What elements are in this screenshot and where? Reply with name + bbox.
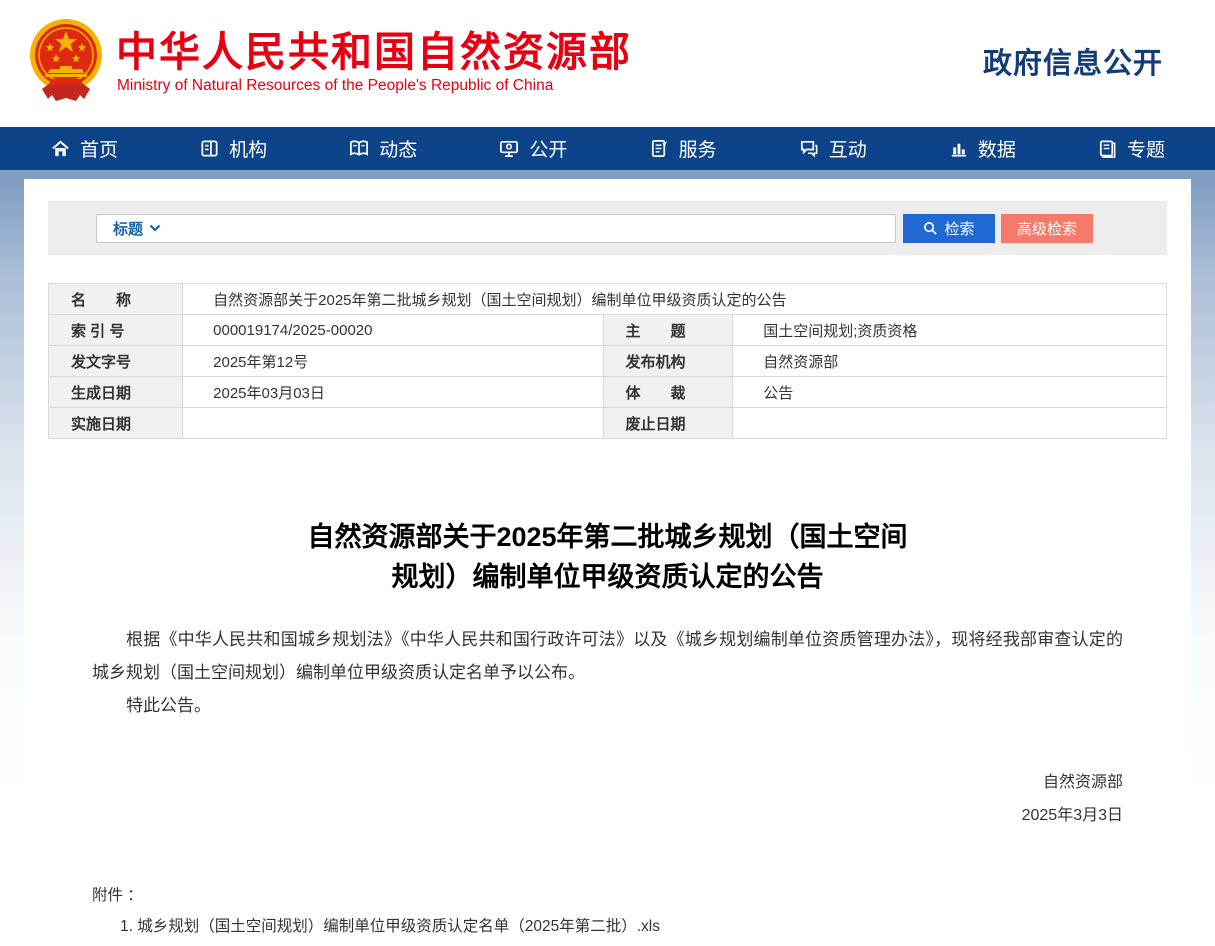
nav-item-services[interactable]: 服务	[649, 135, 717, 162]
table-row: 生成日期 2025年03月03日 体 裁 公告	[49, 377, 1167, 408]
meta-value-subject: 国土空间规划;资质资格	[733, 315, 1167, 346]
meta-value-doc-number: 2025年第12号	[183, 346, 603, 377]
document-body: 根据《中华人民共和国城乡规划法》《中华人民共和国行政许可法》以及《城乡规划编制单…	[92, 623, 1123, 722]
title-line-1: 自然资源部关于2025年第二批城乡规划（国土空间	[92, 517, 1123, 557]
site-header: 中华人民共和国自然资源部 Ministry of Natural Resourc…	[0, 0, 1215, 127]
nav-label: 公开	[529, 135, 567, 162]
chevron-down-icon	[149, 224, 161, 232]
site-title: 中华人民共和国自然资源部	[116, 18, 632, 78]
document-meta-table: 名 称 自然资源部关于2025年第二批城乡规划（国土空间规划）编制单位甲级资质认…	[48, 283, 1167, 439]
table-row: 发文字号 2025年第12号 发布机构 自然资源部	[49, 346, 1167, 377]
china-national-emblem-icon	[28, 13, 104, 113]
nav-item-interaction[interactable]: 互动	[798, 135, 867, 162]
advanced-search-label: 高级检索	[1017, 218, 1077, 239]
meta-label-index-number: 索 引 号	[49, 315, 183, 346]
nav-item-data[interactable]: 数据	[948, 135, 1016, 162]
meta-value-name: 自然资源部关于2025年第二批城乡规划（国土空间规划）编制单位甲级资质认定的公告	[183, 284, 1167, 315]
nav-label: 首页	[80, 135, 118, 162]
meta-label-subject: 主 题	[603, 315, 733, 346]
table-row: 名 称 自然资源部关于2025年第二批城乡规划（国土空间规划）编制单位甲级资质认…	[49, 284, 1167, 315]
title-line-2: 规划）编制单位甲级资质认定的公告	[92, 557, 1123, 597]
meta-value-effective-date	[183, 408, 603, 439]
meta-value-created-date: 2025年03月03日	[183, 377, 603, 408]
gov-info-disclosure-link[interactable]: 政府信息公开	[983, 40, 1163, 82]
meta-label-repeal-date: 废止日期	[603, 408, 733, 439]
meta-label-doc-number: 发文字号	[49, 346, 183, 377]
nav-label: 专题	[1127, 135, 1165, 162]
nav-label: 互动	[829, 135, 867, 162]
sign-date: 2025年3月3日	[92, 799, 1123, 832]
search-icon	[923, 221, 938, 236]
search-button[interactable]: 检索	[903, 214, 995, 243]
search-input[interactable]	[161, 215, 895, 242]
nav-label: 机构	[229, 135, 267, 162]
nav-item-organization[interactable]: 机构	[199, 135, 267, 162]
table-row: 实施日期 废止日期	[49, 408, 1167, 439]
nav-underline-strip	[0, 170, 1215, 179]
nav-item-disclosure[interactable]: 公开	[498, 135, 567, 162]
search-button-label: 检索	[944, 218, 974, 239]
meta-label-genre: 体 裁	[603, 377, 733, 408]
disclosure-monitor-icon	[498, 138, 520, 159]
nav-item-home[interactable]: 首页	[50, 135, 118, 162]
attachments-label: 附件 ：	[92, 880, 1123, 911]
meta-value-issuing-agency: 自然资源部	[733, 346, 1167, 377]
meta-value-repeal-date	[733, 408, 1167, 439]
attachments-section: 附件 ： 1. 城乡规划（国土空间规划）编制单位甲级资质认定名单（2025年第二…	[92, 880, 1123, 946]
attachment-link-2[interactable]: 2. 甲级规划资质证书变更情况.xlsx	[92, 942, 1123, 946]
nav-label: 服务	[679, 135, 717, 162]
signature-block: 自然资源部 2025年3月3日	[92, 766, 1123, 832]
meta-label-created-date: 生成日期	[49, 377, 183, 408]
site-subtitle: Ministry of Natural Resources of the Peo…	[117, 77, 553, 95]
content-container: 标题 检索 高级检索 名 称 自然资源部关于2025年第二批城乡规划（国土空间规…	[24, 179, 1191, 946]
search-box[interactable]: 标题	[96, 214, 896, 243]
advanced-search-button[interactable]: 高级检索	[1001, 214, 1093, 243]
nav-label: 数据	[978, 135, 1016, 162]
meta-label-name: 名 称	[49, 284, 183, 315]
document-content: 自然资源部关于2025年第二批城乡规划（国土空间 规划）编制单位甲级资质认定的公…	[48, 517, 1167, 946]
search-bar: 标题 检索 高级检索	[48, 201, 1167, 255]
nav-label: 动态	[379, 135, 417, 162]
news-book-icon	[348, 138, 370, 159]
interaction-chat-icon	[798, 138, 820, 159]
meta-label-issuing-agency: 发布机构	[603, 346, 733, 377]
topics-book-icon	[1097, 138, 1118, 159]
search-category-dropdown[interactable]: 标题	[113, 218, 161, 239]
data-barchart-icon	[948, 138, 969, 159]
search-category-label: 标题	[113, 218, 143, 239]
table-row: 索 引 号 000019174/2025-00020 主 题 国土空间规划;资质…	[49, 315, 1167, 346]
organization-icon	[199, 138, 220, 159]
nav-item-topics[interactable]: 专题	[1097, 135, 1165, 162]
meta-label-effective-date: 实施日期	[49, 408, 183, 439]
service-document-icon	[649, 138, 670, 159]
paragraph: 特此公告。	[92, 689, 1123, 722]
home-icon	[50, 138, 71, 159]
main-nav: 首页 机构 动态 公开 服务 互动 数据 专题	[0, 127, 1215, 170]
nav-item-news[interactable]: 动态	[348, 135, 417, 162]
meta-value-index-number: 000019174/2025-00020	[183, 315, 603, 346]
page-title: 自然资源部关于2025年第二批城乡规划（国土空间 规划）编制单位甲级资质认定的公…	[92, 517, 1123, 597]
signer: 自然资源部	[92, 766, 1123, 799]
page-background: 标题 检索 高级检索 名 称 自然资源部关于2025年第二批城乡规划（国土空间规…	[0, 179, 1215, 946]
attachment-link-1[interactable]: 1. 城乡规划（国土空间规划）编制单位甲级资质认定名单（2025年第二批）.xl…	[92, 911, 1123, 942]
paragraph: 根据《中华人民共和国城乡规划法》《中华人民共和国行政许可法》以及《城乡规划编制单…	[92, 623, 1123, 689]
meta-value-genre: 公告	[733, 377, 1167, 408]
